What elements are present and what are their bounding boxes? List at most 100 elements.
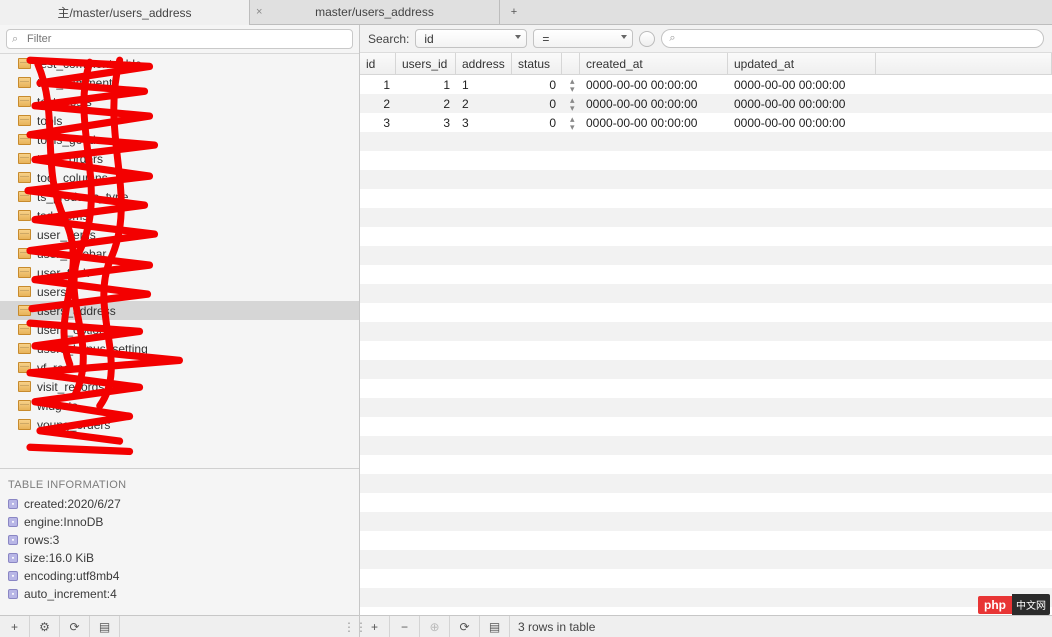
table-list[interactable]: test_comment_abletest_commentstest_posts… <box>0 54 359 468</box>
table-item-label: vf_record <box>37 361 87 375</box>
empty-row <box>360 474 1052 493</box>
empty-row <box>360 493 1052 512</box>
table-icon <box>18 305 31 316</box>
table-item[interactable]: tool_columns <box>0 168 359 187</box>
table-item-label: visit_records <box>37 380 104 394</box>
table-item[interactable]: young_orders <box>0 415 359 434</box>
cell-status[interactable]: 0 <box>512 113 562 132</box>
table-item[interactable]: tools_orders <box>0 149 359 168</box>
cell-address[interactable]: 1 <box>456 75 512 94</box>
cell-id[interactable]: 1 <box>360 75 396 94</box>
cell-created[interactable]: 0000-00-00 00:00:00 <box>580 75 728 94</box>
empty-row <box>360 512 1052 531</box>
cell-stepper[interactable]: ▴▾ <box>562 75 580 94</box>
sql-console-button[interactable]: ▤ <box>480 616 510 637</box>
empty-row <box>360 379 1052 398</box>
sidebar: ⌕ test_comment_abletest_commentstest_pos… <box>0 25 360 637</box>
duplicate-row-button[interactable]: ⊕ <box>420 616 450 637</box>
empty-row <box>360 132 1052 151</box>
main-toolbar: + − ⊕ ⟳ ▤ 3 rows in table <box>360 615 1052 637</box>
info-rows: ▪rows: 3 <box>8 533 351 547</box>
cell-updated[interactable]: 0000-00-00 00:00:00 <box>728 75 876 94</box>
table-item[interactable]: widgets <box>0 396 359 415</box>
table-item-label: user_items <box>37 228 96 242</box>
col-header-updated[interactable]: updated_at <box>728 53 876 74</box>
cell-users-id[interactable]: 2 <box>396 94 456 113</box>
table-item-label: users_options <box>37 323 112 337</box>
clear-search-button[interactable] <box>639 31 655 47</box>
col-header-users-id[interactable]: users_id <box>396 53 456 74</box>
filter-wrap: ⌕ <box>0 25 359 54</box>
table-icon <box>18 191 31 202</box>
tab-primary[interactable]: 主/master/users_address <box>0 0 250 25</box>
cell-address[interactable]: 3 <box>456 113 512 132</box>
table-icon <box>18 58 31 69</box>
search-field-select[interactable]: id <box>415 29 527 48</box>
empty-row <box>360 436 1052 455</box>
search-value-input[interactable]: ⌕ <box>661 29 1044 48</box>
table-item[interactable]: tsd_items <box>0 206 359 225</box>
empty-row <box>360 360 1052 379</box>
table-item[interactable]: tools_goods <box>0 130 359 149</box>
cell-users-id[interactable]: 1 <box>396 75 456 94</box>
table-item[interactable]: test_comment_able <box>0 54 359 73</box>
new-tab-button[interactable]: + <box>500 0 528 25</box>
remove-row-button[interactable]: − <box>390 616 420 637</box>
cell-updated[interactable]: 0000-00-00 00:00:00 <box>728 113 876 132</box>
col-header-created[interactable]: created_at <box>580 53 728 74</box>
table-item[interactable]: users_bonus_setting <box>0 339 359 358</box>
table-item[interactable]: ts_products_type <box>0 187 359 206</box>
table-row[interactable]: 3330▴▾0000-00-00 00:00:000000-00-00 00:0… <box>360 113 1052 132</box>
empty-row <box>360 569 1052 588</box>
cell-updated[interactable]: 0000-00-00 00:00:00 <box>728 94 876 113</box>
table-info-title: TABLE INFORMATION <box>8 479 351 491</box>
bullet-icon: ▪ <box>8 589 18 599</box>
refresh-button[interactable]: ⟳ <box>60 616 90 637</box>
cell-users-id[interactable]: 3 <box>396 113 456 132</box>
cell-stepper[interactable]: ▴▾ <box>562 94 580 113</box>
cell-created[interactable]: 0000-00-00 00:00:00 <box>580 94 728 113</box>
cell-id[interactable]: 3 <box>360 113 396 132</box>
tab-label: 主/master/users_address <box>57 4 191 21</box>
table-item[interactable]: user_items <box>0 225 359 244</box>
table-icon <box>18 229 31 240</box>
table-item[interactable]: visit_records <box>0 377 359 396</box>
cell-status[interactable]: 0 <box>512 75 562 94</box>
table-item[interactable]: test_posts <box>0 92 359 111</box>
cell-id[interactable]: 2 <box>360 94 396 113</box>
table-item[interactable]: tools <box>0 111 359 130</box>
empty-row <box>360 227 1052 246</box>
col-header-id[interactable]: id <box>360 53 396 74</box>
cell-address[interactable]: 2 <box>456 94 512 113</box>
table-icon <box>18 153 31 164</box>
cell-created[interactable]: 0000-00-00 00:00:00 <box>580 113 728 132</box>
col-header-fill <box>876 53 1052 74</box>
cell-stepper[interactable]: ▴▾ <box>562 113 580 132</box>
console-button[interactable]: ▤ <box>90 616 120 637</box>
table-item[interactable]: vf_record <box>0 358 359 377</box>
cell-status[interactable]: 0 <box>512 94 562 113</box>
table-row[interactable]: 2220▴▾0000-00-00 00:00:000000-00-00 00:0… <box>360 94 1052 113</box>
tab-secondary[interactable]: × master/users_address <box>250 0 500 25</box>
info-autoinc: ▪auto_increment: 4 <box>8 587 351 601</box>
search-operator-select[interactable]: = <box>533 29 633 48</box>
table-item[interactable]: users <box>0 282 359 301</box>
settings-button[interactable]: ⚙ <box>30 616 60 637</box>
col-header-address[interactable]: address <box>456 53 512 74</box>
filter-input[interactable] <box>6 29 353 49</box>
table-icon <box>18 362 31 373</box>
search-bar: Search: id = ⌕ <box>360 25 1052 53</box>
grid-body[interactable]: 1110▴▾0000-00-00 00:00:000000-00-00 00:0… <box>360 75 1052 615</box>
col-header-status[interactable]: status <box>512 53 562 74</box>
refresh-grid-button[interactable]: ⟳ <box>450 616 480 637</box>
resize-handle[interactable]: ⋮⋮ <box>343 620 359 634</box>
add-button[interactable]: + <box>0 616 30 637</box>
table-item[interactable]: user_task <box>0 263 359 282</box>
table-item[interactable]: users_address <box>0 301 359 320</box>
table-row[interactable]: 1110▴▾0000-00-00 00:00:000000-00-00 00:0… <box>360 75 1052 94</box>
info-engine: ▪engine: InnoDB <box>8 515 351 529</box>
close-icon[interactable]: × <box>256 6 262 18</box>
table-item[interactable]: test_comments <box>0 73 359 92</box>
table-item[interactable]: users_options <box>0 320 359 339</box>
table-item[interactable]: user_sidebar <box>0 244 359 263</box>
